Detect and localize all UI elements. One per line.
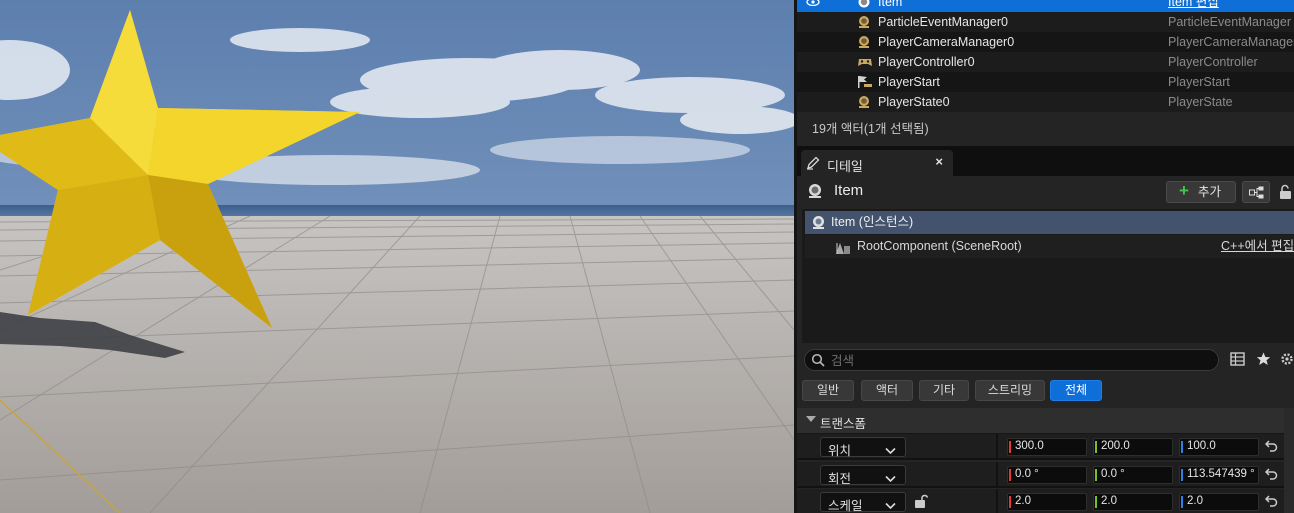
chevron-down-icon	[885, 498, 896, 513]
right-panel: Item Item 편집 ParticleEventManager0 Parti…	[794, 0, 1294, 513]
viewport-scene	[0, 0, 794, 513]
eye-icon[interactable]	[805, 0, 821, 12]
add-component-label: 추가	[1198, 185, 1222, 199]
filter-misc[interactable]: 기타	[919, 380, 969, 401]
rotation-mode-dropdown[interactable]: 회전	[820, 465, 906, 486]
outliner-type: PlayerStart	[1168, 75, 1230, 89]
reset-arrow-icon[interactable]	[1264, 468, 1278, 483]
reset-arrow-icon[interactable]	[1264, 495, 1278, 510]
tab-details-label: 디테일	[827, 159, 863, 174]
outliner-row[interactable]: PlayerState0 PlayerState	[797, 92, 1294, 112]
scale-label: 스케일	[828, 499, 863, 513]
outliner-name: Item	[878, 0, 903, 9]
category-transform[interactable]: 트랜스폼	[797, 408, 1294, 434]
rotation-label: 회전	[828, 472, 852, 486]
gamepad-icon	[857, 55, 872, 69]
reset-arrow-icon[interactable]	[1264, 440, 1278, 455]
outliner-name: PlayerController0	[878, 55, 975, 69]
plus-icon: +	[1179, 181, 1189, 200]
chevron-down-icon	[885, 471, 896, 486]
outliner-type: PlayerCameraManager	[1168, 35, 1294, 49]
level-viewport[interactable]	[0, 0, 794, 513]
scale-mode-dropdown[interactable]: 스케일	[820, 492, 906, 513]
outliner-type: PlayerController	[1168, 55, 1258, 69]
outliner-row-item[interactable]: Item Item 편집	[797, 0, 1294, 12]
blueprint-icon	[1249, 186, 1264, 199]
category-transform-label: 트랜스폼	[820, 417, 867, 431]
outliner-type: PlayerState	[1168, 95, 1233, 109]
component-tree: Item (인스턴스) RootComponent (SceneRoot) C+…	[802, 209, 1294, 343]
lock-icon[interactable]	[1279, 184, 1293, 203]
outliner-type-link[interactable]: Item 편집	[1168, 0, 1219, 12]
blueprint-button[interactable]	[1242, 181, 1270, 203]
actor-icon	[857, 95, 871, 109]
rotation-x-field[interactable]: 0.0 °	[1007, 466, 1087, 484]
search-input[interactable]	[829, 351, 1213, 371]
edit-in-cpp-link[interactable]: C++에서 편집	[1221, 235, 1294, 258]
component-row-instance[interactable]: Item (인스턴스)	[805, 211, 1294, 234]
details-panel: Item + 추가 Item (인스턴스) RootComponent (Sce…	[797, 176, 1294, 513]
location-z-field[interactable]: 100.0	[1179, 438, 1259, 456]
component-row-root[interactable]: RootComponent (SceneRoot) C++에서 편집	[805, 235, 1294, 258]
component-instance-label: Item (인스턴스)	[831, 215, 914, 229]
filter-general[interactable]: 일반	[802, 380, 854, 401]
unlocked-lock-icon[interactable]	[914, 494, 929, 512]
property-row-location: 위치 300.0 200.0 100.0	[797, 434, 1294, 460]
scene-root-icon	[835, 240, 851, 263]
scale-y-field[interactable]: 2.0	[1093, 493, 1173, 511]
pencil-icon	[806, 156, 820, 173]
tab-details[interactable]: 디테일 ×	[801, 150, 953, 176]
rotation-z-field[interactable]: 113.547439 °	[1179, 466, 1259, 484]
outliner-type: ParticleEventManager	[1168, 15, 1291, 29]
outliner-row[interactable]: ParticleEventManager0 ParticleEventManag…	[797, 12, 1294, 32]
table-view-icon[interactable]	[1230, 352, 1245, 369]
location-label: 위치	[828, 444, 852, 458]
location-mode-dropdown[interactable]: 위치	[820, 437, 906, 458]
flag-icon	[857, 75, 872, 89]
filter-streaming[interactable]: 스트리밍	[975, 380, 1045, 401]
close-icon[interactable]: ×	[935, 154, 943, 169]
location-y-field[interactable]: 200.0	[1093, 438, 1173, 456]
actor-icon	[807, 183, 823, 202]
chevron-down-icon	[885, 443, 896, 458]
root-component-label: RootComponent (SceneRoot)	[857, 239, 1022, 253]
outliner-name: PlayerCameraManager0	[878, 35, 1015, 49]
actor-icon	[857, 35, 871, 49]
outliner-row[interactable]: PlayerStart PlayerStart	[797, 72, 1294, 92]
object-name: Item	[834, 182, 864, 199]
filter-actor[interactable]: 액터	[861, 380, 913, 401]
outliner-name: ParticleEventManager0	[878, 15, 1008, 29]
outliner-row[interactable]: PlayerController0 PlayerController	[797, 52, 1294, 72]
settings-gear-icon[interactable]	[1280, 352, 1294, 369]
rotation-y-field[interactable]: 0.0 °	[1093, 466, 1173, 484]
add-component-button[interactable]: + 추가	[1166, 181, 1236, 203]
outliner-name: PlayerState0	[878, 95, 950, 109]
collapse-arrow-icon	[806, 416, 816, 422]
scale-z-field[interactable]: 2.0	[1179, 493, 1259, 511]
details-scrollbar[interactable]	[1284, 408, 1294, 513]
details-search-box[interactable]	[804, 349, 1219, 371]
actor-icon	[857, 0, 871, 9]
property-row-rotation: 회전 0.0 ° 0.0 ° 113.547439 °	[797, 462, 1294, 488]
outliner-actor-count: 19개 액터(1개 선택됨)	[797, 112, 1294, 146]
location-x-field[interactable]: 300.0	[1007, 438, 1087, 456]
scale-x-field[interactable]: 2.0	[1007, 493, 1087, 511]
actor-icon	[857, 15, 871, 29]
property-row-scale: 스케일 2.0 2.0 2.0	[797, 489, 1294, 513]
outliner-row[interactable]: PlayerCameraManager0 PlayerCameraManager	[797, 32, 1294, 52]
outliner-name: PlayerStart	[878, 75, 940, 89]
search-icon	[811, 353, 825, 370]
details-tab-strip: 디테일 ×	[797, 146, 1294, 176]
filter-all[interactable]: 전체	[1050, 380, 1102, 401]
favorite-star-icon[interactable]	[1256, 352, 1271, 369]
